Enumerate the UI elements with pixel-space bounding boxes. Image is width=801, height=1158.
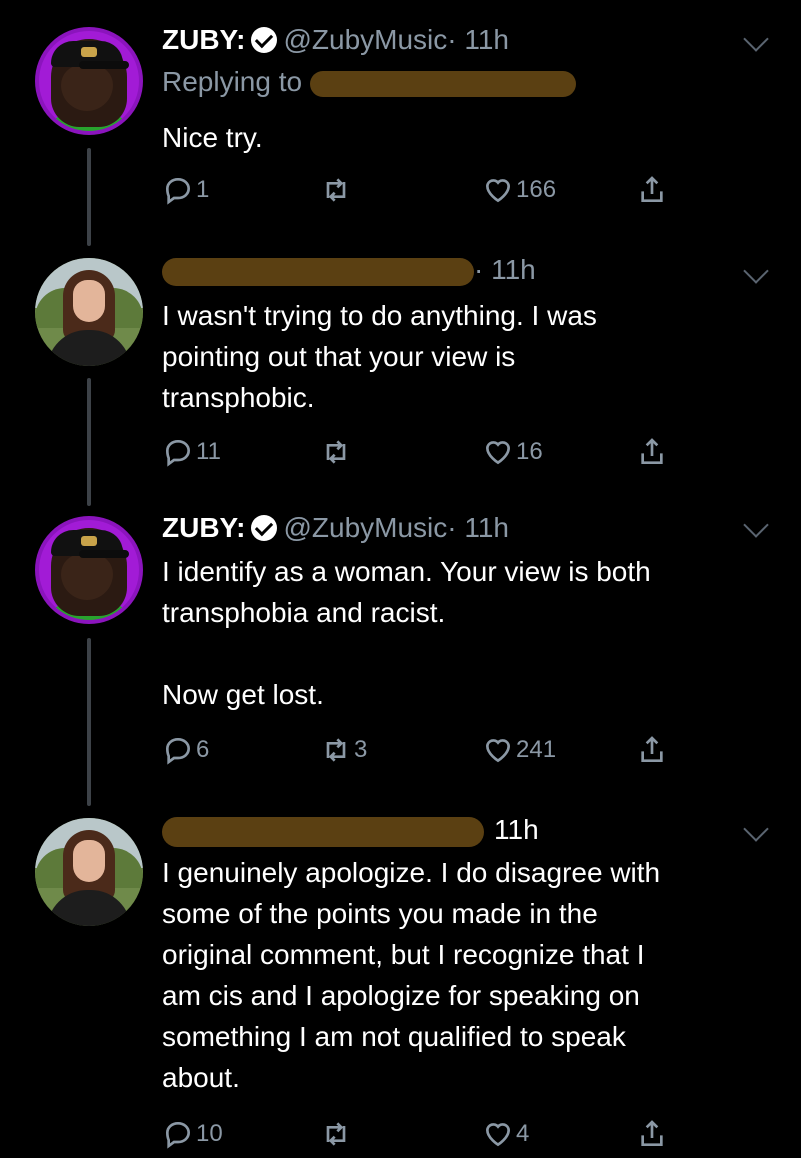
tweet-header: ZUBY: @ZubyMusic· 11h: [162, 508, 509, 548]
share-button[interactable]: [636, 432, 668, 472]
share-button[interactable]: [636, 730, 668, 770]
retweet-button[interactable]: [320, 432, 354, 472]
share-button[interactable]: [636, 170, 668, 210]
redacted-username: [309, 70, 576, 97]
timestamp[interactable]: · 11h: [447, 24, 509, 55]
reply-button[interactable]: 11: [162, 432, 221, 472]
avatar[interactable]: [35, 516, 143, 624]
timestamp[interactable]: · 11h: [447, 512, 509, 543]
reply-count: 6: [196, 736, 210, 763]
like-count: 166: [516, 176, 557, 203]
chevron-down-icon[interactable]: [743, 512, 769, 538]
tweet-actions: 10 4: [162, 1114, 722, 1154]
tweet-text: Nice try.: [162, 122, 263, 153]
thread-connector: [87, 148, 91, 246]
timestamp[interactable]: 11h: [494, 814, 539, 845]
like-button[interactable]: 241: [482, 730, 556, 770]
retweet-button[interactable]: [320, 170, 354, 210]
tweet-header: ZUBY: @ZubyMusic· 11h: [162, 20, 509, 60]
share-icon: [641, 1120, 663, 1146]
chevron-down-icon[interactable]: [743, 258, 769, 284]
like-button[interactable]: 16: [482, 432, 543, 472]
like-count: 241: [516, 736, 557, 763]
handle[interactable]: @ZubyMusic: [283, 24, 447, 55]
reply-count: 11: [196, 438, 221, 465]
display-name[interactable]: ZUBY:: [162, 512, 245, 543]
retweet-icon: [326, 440, 346, 464]
share-icon: [641, 736, 663, 762]
chevron-down-icon[interactable]: [743, 816, 769, 842]
like-button[interactable]: 4: [482, 1114, 529, 1154]
tweet-thread: ZUBY: @ZubyMusic· 11h Replying to Nice tr…: [0, 0, 801, 1158]
redacted-name: [162, 816, 484, 847]
retweet-count: 3: [354, 736, 368, 763]
thread-connector: [87, 638, 91, 806]
reply-button[interactable]: 10: [162, 1114, 223, 1154]
retweet-icon: [326, 738, 346, 762]
avatar[interactable]: [35, 258, 143, 366]
like-count: 16: [516, 438, 543, 465]
retweet-icon: [326, 178, 346, 202]
tweet-text: I wasn't trying to do anything. I was po…: [162, 300, 597, 413]
display-name[interactable]: ZUBY:: [162, 24, 245, 55]
heart-icon: [485, 739, 511, 763]
tweet-header: 11h: [162, 810, 539, 850]
replying-to-label: Replying to: [162, 66, 303, 97]
reply-count: 1: [196, 176, 210, 203]
tweet-text: I genuinely apologize. I do disagree wit…: [162, 857, 661, 1093]
reply-icon: [165, 737, 191, 765]
share-icon: [641, 438, 663, 464]
reply-count: 10: [196, 1120, 223, 1147]
handle[interactable]: @ZubyMusic: [283, 512, 447, 543]
like-button[interactable]: 166: [482, 170, 556, 210]
tweet-actions: 1 166: [162, 170, 722, 210]
verified-badge-icon: [251, 27, 278, 53]
tweet-actions: 6 3 241: [162, 730, 722, 770]
retweet-button[interactable]: [320, 1114, 354, 1154]
reply-icon: [165, 177, 191, 205]
replying-to: Replying to: [162, 62, 576, 102]
tweet-header: · 11h: [162, 250, 536, 290]
share-button[interactable]: [636, 1114, 668, 1154]
retweet-icon: [326, 1122, 346, 1146]
redacted-name: [162, 257, 474, 286]
tweet-actions: 11 16: [162, 432, 722, 472]
reply-icon: [165, 439, 191, 467]
share-icon: [641, 176, 663, 202]
verified-badge-icon: [251, 515, 278, 541]
heart-icon: [485, 179, 511, 203]
reply-button[interactable]: 1: [162, 170, 209, 210]
heart-icon: [485, 441, 511, 465]
reply-icon: [165, 1121, 191, 1149]
reply-button[interactable]: 6: [162, 730, 209, 770]
timestamp[interactable]: · 11h: [474, 254, 536, 285]
thread-connector: [87, 378, 91, 506]
heart-icon: [485, 1123, 511, 1147]
like-count: 4: [516, 1120, 530, 1147]
chevron-down-icon[interactable]: [743, 26, 769, 52]
avatar[interactable]: [35, 27, 143, 135]
avatar[interactable]: [35, 818, 143, 926]
tweet-text: I identify as a woman. Your view is both…: [162, 556, 651, 710]
retweet-button[interactable]: 3: [320, 730, 367, 770]
